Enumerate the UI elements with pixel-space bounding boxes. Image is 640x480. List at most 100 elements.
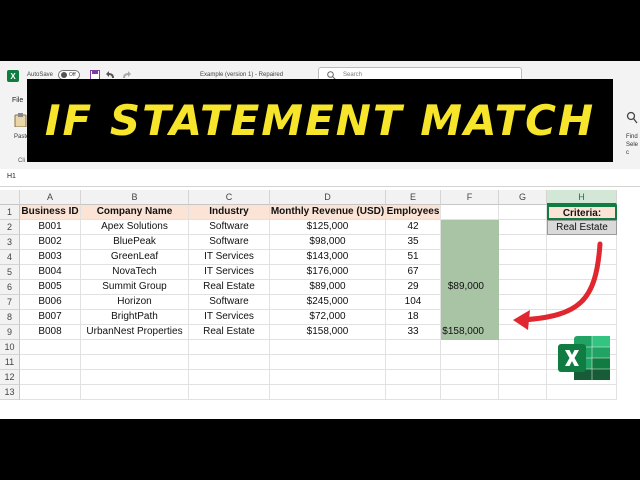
cell[interactable] [386, 355, 441, 370]
data-cell[interactable]: 42 [386, 220, 441, 235]
cell[interactable] [547, 250, 617, 265]
data-cell[interactable]: $143,000 [270, 250, 386, 265]
row-header-1[interactable]: 1 [0, 205, 20, 220]
data-cell[interactable]: B007 [20, 310, 81, 325]
cell[interactable] [20, 355, 81, 370]
data-cell[interactable]: 29 [386, 280, 441, 295]
data-cell[interactable]: Software [189, 220, 270, 235]
cell[interactable] [499, 295, 547, 310]
criteria-value-cell[interactable]: Real Estate [547, 220, 617, 235]
data-cell[interactable]: B008 [20, 325, 81, 340]
data-cell[interactable]: Real Estate [189, 325, 270, 340]
result-cell[interactable] [441, 310, 499, 325]
header-cell[interactable]: Employees [386, 205, 441, 220]
data-cell[interactable]: GreenLeaf [81, 250, 189, 265]
cell[interactable] [20, 370, 81, 385]
cell[interactable] [499, 385, 547, 400]
data-cell[interactable]: $98,000 [270, 235, 386, 250]
cell[interactable] [441, 205, 499, 220]
cell[interactable] [499, 205, 547, 220]
column-header-b[interactable]: B [81, 190, 189, 205]
data-cell[interactable]: B005 [20, 280, 81, 295]
row-header-10[interactable]: 10 [0, 340, 20, 355]
cell[interactable] [441, 385, 499, 400]
data-cell[interactable]: $176,000 [270, 265, 386, 280]
data-cell[interactable]: UrbanNest Properties [81, 325, 189, 340]
result-cell[interactable] [441, 250, 499, 265]
row-header-9[interactable]: 9 [0, 325, 20, 340]
data-cell[interactable]: $245,000 [270, 295, 386, 310]
result-cell[interactable] [441, 220, 499, 235]
cell[interactable] [81, 340, 189, 355]
cell[interactable] [547, 385, 617, 400]
cell[interactable] [547, 235, 617, 250]
data-cell[interactable]: 67 [386, 265, 441, 280]
row-header-11[interactable]: 11 [0, 355, 20, 370]
row-header-7[interactable]: 7 [0, 295, 20, 310]
data-cell[interactable]: Software [189, 235, 270, 250]
data-cell[interactable]: BrightPath [81, 310, 189, 325]
cell[interactable] [547, 295, 617, 310]
data-cell[interactable]: IT Services [189, 250, 270, 265]
row-header-12[interactable]: 12 [0, 370, 20, 385]
cell[interactable] [499, 355, 547, 370]
data-cell[interactable]: B001 [20, 220, 81, 235]
data-cell[interactable]: $72,000 [270, 310, 386, 325]
cell[interactable] [270, 370, 386, 385]
data-cell[interactable]: $125,000 [270, 220, 386, 235]
cell[interactable] [547, 265, 617, 280]
cell[interactable] [189, 340, 270, 355]
cell[interactable] [499, 280, 547, 295]
row-header-5[interactable]: 5 [0, 265, 20, 280]
header-cell[interactable]: Industry [189, 205, 270, 220]
data-cell[interactable]: B003 [20, 250, 81, 265]
column-header-g[interactable]: G [499, 190, 547, 205]
data-cell[interactable]: 104 [386, 295, 441, 310]
column-header-c[interactable]: C [189, 190, 270, 205]
name-box[interactable]: H1 [7, 173, 16, 180]
cell[interactable] [441, 370, 499, 385]
data-cell[interactable]: NovaTech [81, 265, 189, 280]
criteria-label-cell[interactable]: Criteria: [547, 205, 617, 220]
row-header-2[interactable]: 2 [0, 220, 20, 235]
cell[interactable] [270, 340, 386, 355]
cell[interactable] [547, 280, 617, 295]
cell[interactable] [81, 355, 189, 370]
cell[interactable] [499, 370, 547, 385]
data-cell[interactable]: Horizon [81, 295, 189, 310]
cell[interactable] [547, 310, 617, 325]
column-header-a[interactable]: A [20, 190, 81, 205]
result-cell[interactable]: $89,000 [441, 280, 499, 295]
result-cell[interactable]: $158,000 [441, 325, 499, 340]
row-header-3[interactable]: 3 [0, 235, 20, 250]
cell[interactable] [386, 340, 441, 355]
data-cell[interactable]: Apex Solutions [81, 220, 189, 235]
cell[interactable] [81, 385, 189, 400]
result-cell[interactable] [441, 265, 499, 280]
cell[interactable] [499, 325, 547, 340]
data-cell[interactable]: 51 [386, 250, 441, 265]
cell[interactable] [189, 385, 270, 400]
data-cell[interactable]: B002 [20, 235, 81, 250]
data-cell[interactable]: Real Estate [189, 280, 270, 295]
data-cell[interactable]: IT Services [189, 310, 270, 325]
file-tab[interactable]: File [12, 97, 23, 104]
data-cell[interactable]: B004 [20, 265, 81, 280]
data-cell[interactable]: $89,000 [270, 280, 386, 295]
header-cell[interactable]: Company Name [81, 205, 189, 220]
cell[interactable] [499, 310, 547, 325]
result-cell[interactable] [441, 295, 499, 310]
row-header-13[interactable]: 13 [0, 385, 20, 400]
cell[interactable] [386, 385, 441, 400]
row-header-8[interactable]: 8 [0, 310, 20, 325]
cell[interactable] [270, 385, 386, 400]
data-cell[interactable]: $158,000 [270, 325, 386, 340]
data-cell[interactable]: Software [189, 295, 270, 310]
row-header-6[interactable]: 6 [0, 280, 20, 295]
cell[interactable] [499, 235, 547, 250]
data-cell[interactable]: BluePeak [81, 235, 189, 250]
find-select-icon[interactable] [626, 111, 638, 125]
select-all-corner[interactable] [0, 190, 20, 205]
cell[interactable] [20, 340, 81, 355]
header-cell[interactable]: Monthly Revenue (USD) [270, 205, 386, 220]
